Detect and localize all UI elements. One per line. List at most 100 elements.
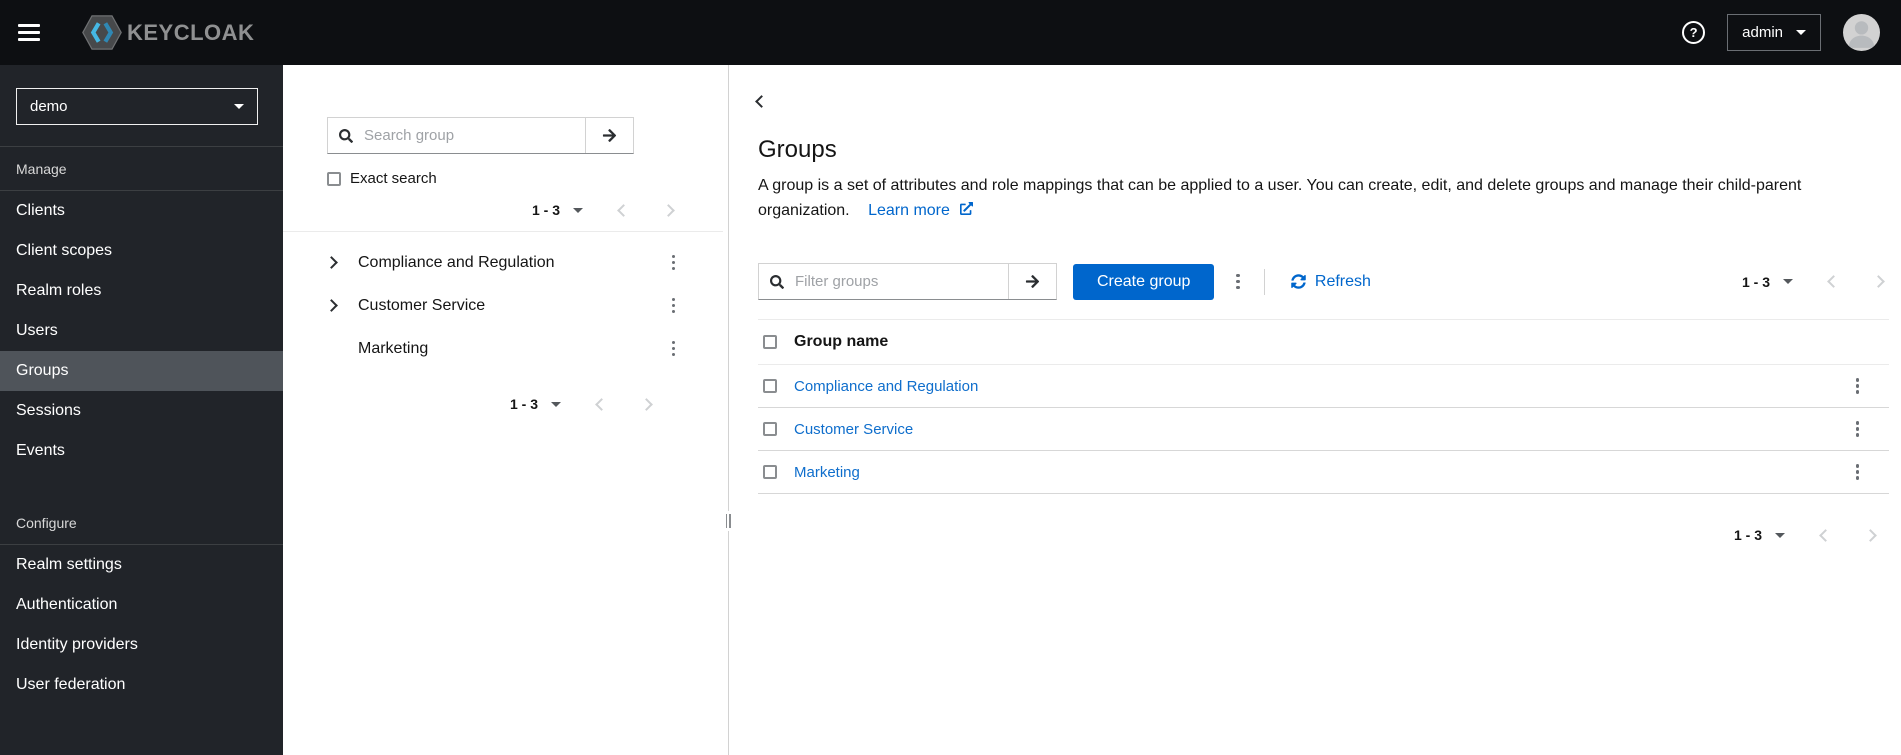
- realm-selector-value: demo: [30, 98, 68, 115]
- previous-page-button[interactable]: [1819, 528, 1832, 542]
- row-kebab-menu-icon[interactable]: [1850, 460, 1866, 484]
- divider: [1263, 268, 1265, 295]
- sidebar-item-realm-settings[interactable]: Realm settings: [0, 545, 283, 585]
- select-all-checkbox[interactable]: [763, 335, 777, 349]
- table-row: Compliance and Regulation: [758, 365, 1889, 408]
- expand-chevron-icon[interactable]: [325, 299, 343, 312]
- filter-submit-button[interactable]: [1008, 264, 1056, 299]
- nav-section-configure: Configure: [16, 515, 77, 531]
- previous-page-button[interactable]: [1827, 275, 1840, 288]
- page-title: Groups: [758, 136, 837, 163]
- group-tree-panel: Exact search 1 - 3 Compliance and Regula…: [283, 65, 723, 755]
- pagination-options-caret-icon[interactable]: [551, 401, 561, 407]
- expand-chevron-icon[interactable]: [325, 256, 343, 269]
- filter-groups-input[interactable]: [795, 264, 1008, 299]
- row-kebab-menu-icon[interactable]: [1850, 417, 1866, 441]
- keycloak-logo[interactable]: KEYCLOAK: [82, 14, 254, 51]
- panel-splitter[interactable]: [723, 65, 733, 755]
- search-submit-button[interactable]: [585, 118, 633, 153]
- pagination-range: 1 - 3: [531, 202, 560, 218]
- sidebar-item-events[interactable]: Events: [0, 431, 283, 471]
- nav-toggle-hamburger-icon[interactable]: [16, 13, 56, 53]
- next-page-button[interactable]: [1872, 275, 1885, 288]
- filter-groups-group: [758, 263, 1057, 300]
- refresh-button[interactable]: Refresh: [1291, 273, 1371, 291]
- row-checkbox[interactable]: [763, 379, 777, 393]
- sidebar-item-user-federation[interactable]: User federation: [0, 665, 283, 705]
- divider: [283, 231, 723, 232]
- pagination-range: 1 - 3: [1733, 527, 1762, 543]
- kebab-menu-icon[interactable]: [666, 337, 682, 361]
- exact-search-option: Exact search: [327, 170, 723, 187]
- column-header-group-name: Group name: [794, 333, 889, 350]
- group-search-input[interactable]: [364, 118, 585, 153]
- collapse-panel-button[interactable]: [755, 92, 768, 111]
- toolbar-kebab-menu-icon[interactable]: [1230, 270, 1246, 294]
- row-checkbox[interactable]: [763, 465, 777, 479]
- tree-item-label[interactable]: Marketing: [358, 340, 428, 358]
- group-link[interactable]: Customer Service: [794, 421, 913, 438]
- table-row: Marketing: [758, 451, 1889, 494]
- row-kebab-menu-icon[interactable]: [1850, 374, 1866, 398]
- previous-page-button[interactable]: [595, 397, 608, 411]
- sidebar-item-groups[interactable]: Groups: [0, 351, 283, 391]
- table-row: Customer Service: [758, 408, 1889, 451]
- groups-main-panel: Groups A group is a set of attributes an…: [733, 65, 1901, 755]
- avatar[interactable]: [1843, 14, 1880, 51]
- learn-more-label: Learn more: [868, 202, 950, 219]
- tree-item-label[interactable]: Customer Service: [358, 297, 485, 315]
- nav-section-manage: Manage: [16, 161, 67, 177]
- help-icon[interactable]: ?: [1682, 21, 1706, 44]
- sidebar-item-sessions[interactable]: Sessions: [0, 391, 283, 431]
- group-link[interactable]: Marketing: [794, 464, 860, 481]
- sidebar-item-clients[interactable]: Clients: [0, 191, 283, 231]
- search-icon: [759, 264, 795, 299]
- sidebar: demo Manage Clients Client scopes Realm …: [0, 65, 283, 755]
- caret-down-icon: [1796, 30, 1806, 35]
- table-pagination-bottom: 1 - 3: [758, 527, 1889, 543]
- group-link[interactable]: Compliance and Regulation: [794, 378, 978, 395]
- chevron-left-icon: [595, 397, 608, 411]
- sidebar-item-authentication[interactable]: Authentication: [0, 585, 283, 625]
- next-page-button[interactable]: [640, 397, 653, 411]
- brand-title: KEYCLOAK: [127, 19, 255, 45]
- tree-pagination-bottom: 1 - 3: [283, 396, 723, 412]
- previous-page-button[interactable]: [617, 203, 630, 217]
- sidebar-item-realm-roles[interactable]: Realm roles: [0, 271, 283, 311]
- sidebar-item-identity-providers[interactable]: Identity providers: [0, 625, 283, 665]
- pagination-range: 1 - 3: [1741, 273, 1770, 290]
- pagination-options-caret-icon[interactable]: [1775, 532, 1785, 538]
- group-search-group: [327, 117, 634, 154]
- chevron-left-icon: [1819, 528, 1832, 542]
- kebab-menu-icon[interactable]: [666, 294, 682, 318]
- create-group-button[interactable]: Create group: [1073, 263, 1215, 300]
- sidebar-item-client-scopes[interactable]: Client scopes: [0, 231, 283, 271]
- splitter-grip-icon[interactable]: [725, 511, 731, 531]
- row-checkbox[interactable]: [763, 422, 777, 436]
- sidebar-item-users[interactable]: Users: [0, 311, 283, 351]
- chevron-right-icon: [1872, 275, 1885, 288]
- refresh-label: Refresh: [1314, 272, 1371, 290]
- pagination-options-caret-icon[interactable]: [1783, 279, 1793, 284]
- table-pagination-top: 1 - 3: [1742, 274, 1889, 290]
- exact-search-checkbox[interactable]: [327, 171, 341, 186]
- groups-table: Group name Compliance and Regulation Cus…: [758, 319, 1889, 494]
- kebab-menu-icon[interactable]: [666, 251, 682, 275]
- exact-search-label: Exact search: [350, 170, 437, 187]
- tree-item-marketing: Marketing: [283, 327, 723, 370]
- keycloak-logo-icon: [82, 14, 122, 51]
- chevron-left-icon: [1827, 275, 1840, 288]
- learn-more-link[interactable]: Learn more: [868, 202, 974, 219]
- pagination-options-caret-icon[interactable]: [573, 207, 583, 213]
- next-page-button[interactable]: [662, 203, 675, 217]
- next-page-button[interactable]: [1864, 528, 1877, 542]
- page-description: A group is a set of attributes and role …: [758, 173, 1876, 223]
- external-link-icon: [960, 202, 974, 215]
- user-menu-dropdown[interactable]: admin: [1727, 14, 1821, 51]
- tree-item-compliance-and-regulation: Compliance and Regulation: [283, 241, 723, 284]
- top-bar: KEYCLOAK ? admin: [0, 0, 1901, 65]
- chevron-right-icon: [662, 203, 675, 217]
- caret-down-icon: [234, 104, 244, 109]
- realm-selector[interactable]: demo: [16, 88, 258, 125]
- tree-item-label[interactable]: Compliance and Regulation: [358, 254, 555, 272]
